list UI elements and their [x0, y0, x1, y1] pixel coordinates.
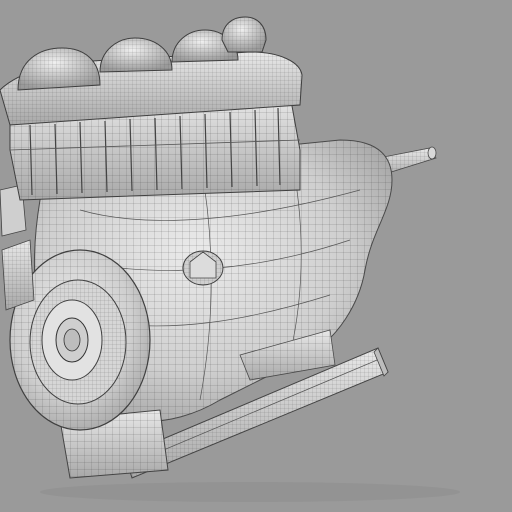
dome-4	[221, 16, 267, 53]
dome-2	[99, 37, 173, 73]
dome-1	[17, 47, 101, 91]
engine-wireframe-render	[0, 16, 460, 502]
ground-shadow	[40, 482, 460, 502]
viewport	[0, 0, 512, 512]
side-bracket	[0, 184, 35, 311]
body-boss	[182, 250, 224, 286]
